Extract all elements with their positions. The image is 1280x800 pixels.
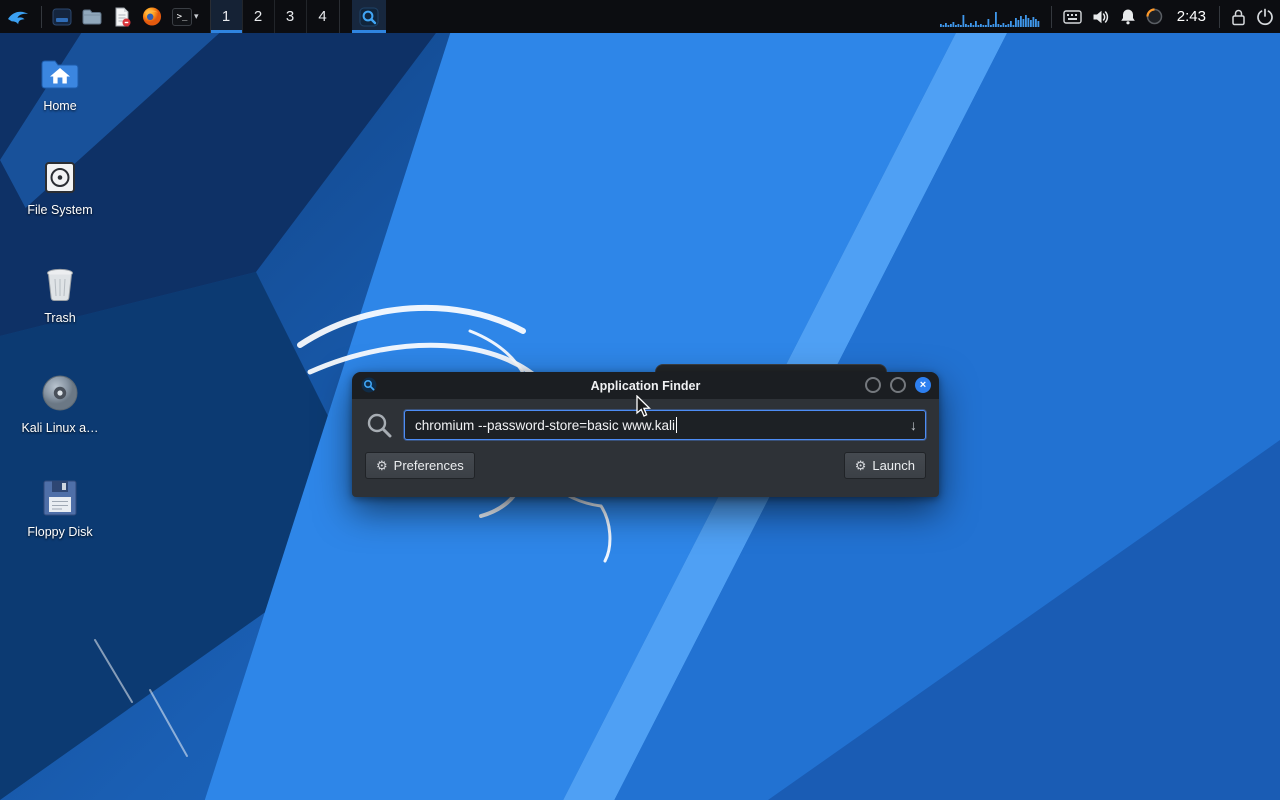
keyboard-icon[interactable] bbox=[1063, 10, 1082, 24]
desktop-icon-kali-cd[interactable]: Kali Linux a… bbox=[12, 372, 108, 436]
minimize-button[interactable] bbox=[865, 377, 881, 393]
desktop-icon-floppy[interactable]: Floppy Disk bbox=[12, 478, 108, 540]
trash-icon bbox=[40, 266, 80, 304]
close-icon: × bbox=[920, 380, 926, 391]
terminal-icon: >_ bbox=[172, 8, 192, 26]
folder-icon bbox=[82, 8, 102, 26]
window-controls: × bbox=[865, 377, 931, 393]
search-icon bbox=[365, 411, 393, 439]
preferences-label: Preferences bbox=[394, 458, 464, 473]
desktop-icon-label: File System bbox=[27, 204, 92, 218]
desktop-icon-label: Home bbox=[43, 100, 76, 114]
optical-disc-icon bbox=[39, 372, 81, 414]
launch-label: Launch bbox=[872, 458, 915, 473]
command-input[interactable]: chromium --password-store=basic www.kali… bbox=[404, 410, 926, 440]
file-system-icon bbox=[40, 160, 80, 196]
cpu-graph[interactable] bbox=[940, 5, 1040, 29]
workspace-4[interactable]: 4 bbox=[307, 0, 339, 33]
home-icon bbox=[39, 56, 81, 92]
dialog-body: chromium --password-store=basic www.kali… bbox=[352, 399, 939, 497]
launch-button[interactable]: ⚙ Launch bbox=[844, 452, 926, 479]
desktop-icon-trash[interactable]: Trash bbox=[12, 266, 108, 326]
kali-menu-button[interactable] bbox=[0, 0, 36, 33]
button-row: ⚙ Preferences ⚙ Launch bbox=[365, 452, 926, 479]
taskbar-application-finder[interactable] bbox=[352, 0, 386, 33]
lock-icon[interactable] bbox=[1231, 8, 1246, 26]
taskbar-window-icon[interactable] bbox=[47, 0, 77, 33]
desktop-icon-file-system[interactable]: File System bbox=[12, 160, 108, 218]
taskbar-text-editor[interactable] bbox=[107, 0, 137, 33]
titlebar[interactable]: Application Finder × bbox=[352, 372, 939, 399]
notification-bell-icon[interactable] bbox=[1120, 8, 1136, 25]
kali-logo-icon bbox=[6, 6, 30, 28]
desktop-icon-home[interactable]: Home bbox=[12, 56, 108, 114]
panel-clock[interactable]: 2:43 bbox=[1169, 8, 1214, 25]
maximize-button[interactable] bbox=[890, 377, 906, 393]
command-input-text: chromium --password-store=basic www.kali bbox=[415, 418, 675, 433]
gear-icon: ⚙ bbox=[376, 459, 388, 472]
window-title-icon bbox=[361, 377, 377, 393]
firefox-icon bbox=[142, 6, 162, 27]
panel-separator bbox=[1051, 6, 1052, 28]
history-dropdown-icon[interactable]: ↓ bbox=[902, 417, 917, 433]
launch-icon: ⚙ bbox=[855, 459, 867, 472]
logout-power-icon[interactable] bbox=[1256, 8, 1274, 26]
taskbar-file-manager[interactable] bbox=[77, 0, 107, 33]
panel-separator bbox=[1219, 6, 1220, 28]
preferences-button[interactable]: ⚙ Preferences bbox=[365, 452, 475, 479]
floppy-disk-icon bbox=[40, 478, 80, 518]
taskbar-firefox[interactable] bbox=[137, 0, 167, 33]
workspace-3[interactable]: 3 bbox=[275, 0, 307, 33]
system-tray bbox=[1057, 8, 1169, 25]
desktop-icon-label: Kali Linux a… bbox=[21, 422, 98, 436]
workspace-switcher: 1 2 3 4 bbox=[210, 0, 340, 33]
app-window-icon bbox=[52, 7, 72, 27]
close-button[interactable]: × bbox=[915, 377, 931, 393]
workspace-2[interactable]: 2 bbox=[243, 0, 275, 33]
status-indicator-icon[interactable] bbox=[1146, 8, 1163, 25]
taskbar-terminal[interactable]: >_ ▾ bbox=[167, 0, 204, 33]
window-title: Application Finder bbox=[591, 379, 701, 393]
text-caret bbox=[676, 417, 677, 433]
workspace-1[interactable]: 1 bbox=[211, 0, 243, 33]
panel-separator bbox=[41, 6, 42, 28]
top-panel: >_ ▾ 1 2 3 4 bbox=[0, 0, 1280, 33]
volume-icon[interactable] bbox=[1092, 9, 1110, 25]
document-icon bbox=[112, 7, 132, 27]
session-tray bbox=[1225, 8, 1280, 26]
application-finder-window: Application Finder × chromium --password… bbox=[352, 372, 939, 497]
desktop-icon-label: Floppy Disk bbox=[27, 526, 92, 540]
application-finder-icon bbox=[359, 7, 379, 27]
desktop-icon-label: Trash bbox=[44, 312, 76, 326]
chevron-down-icon[interactable]: ▾ bbox=[194, 11, 199, 22]
search-row: chromium --password-store=basic www.kali… bbox=[365, 410, 926, 440]
